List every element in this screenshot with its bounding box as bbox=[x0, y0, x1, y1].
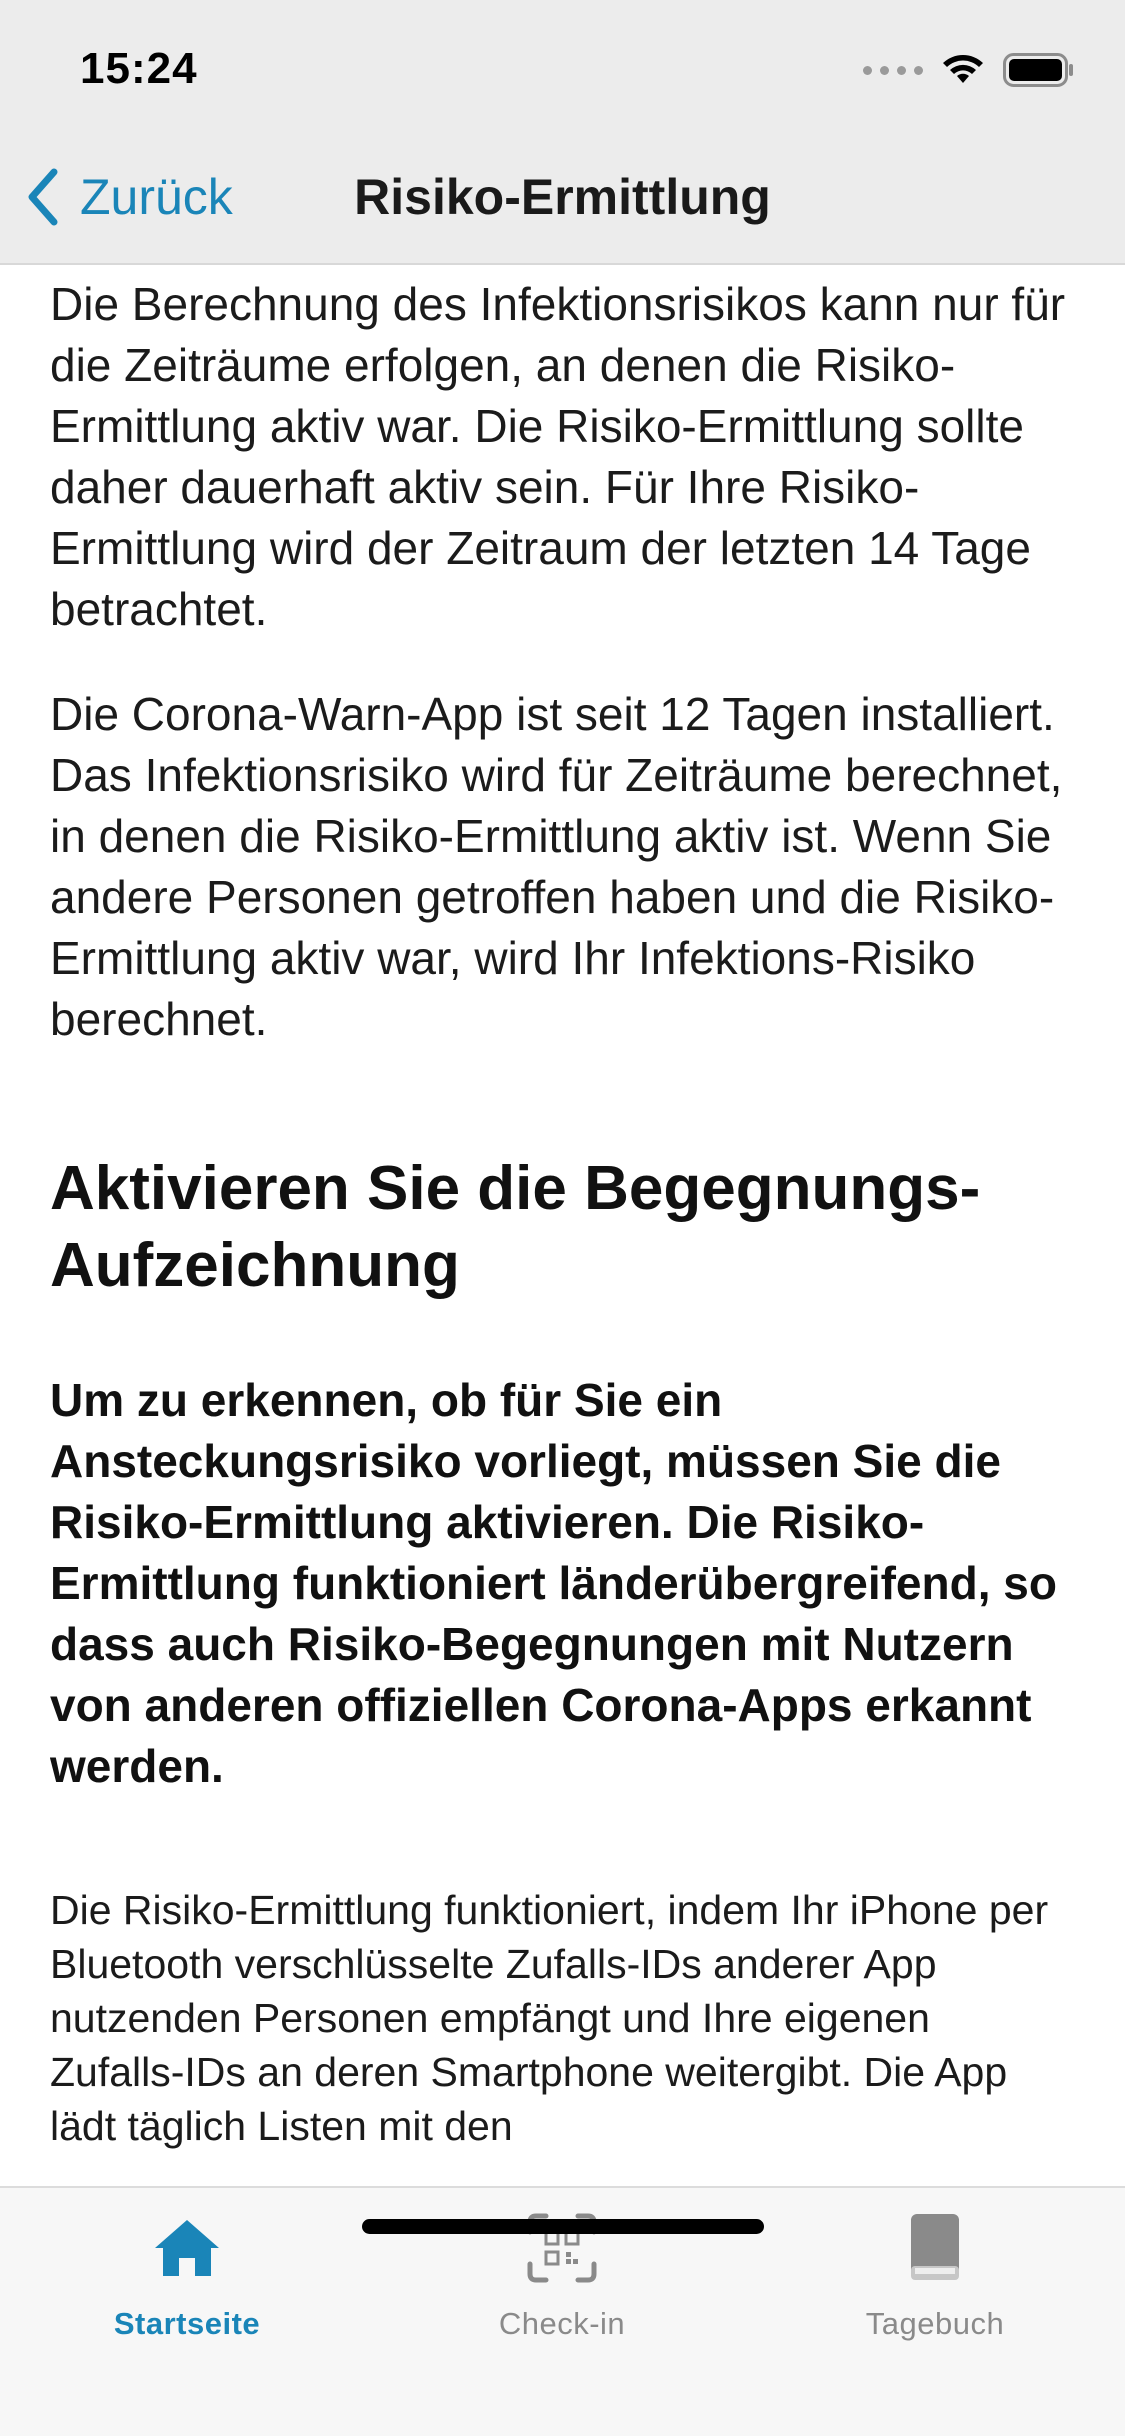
navigation-bar: Zurück Risiko-Ermittlung bbox=[0, 140, 1125, 265]
book-icon bbox=[911, 2214, 959, 2280]
home-indicator bbox=[362, 2219, 764, 2234]
intro-paragraph: Die Berechnung des Infektionsrisikos kan… bbox=[50, 278, 1066, 635]
screen: 15:24 Zurück Risiko-Ermittlung Die Berec… bbox=[0, 0, 1125, 2436]
tab-home[interactable]: Startseite bbox=[62, 2212, 312, 2362]
page-title: Risiko-Ermittlung bbox=[354, 169, 771, 225]
tab-diary-label: Tagebuch bbox=[865, 2306, 1005, 2341]
tab-diary[interactable]: Tagebuch bbox=[810, 2212, 1060, 2362]
section-heading: Aktivieren Sie die Begegnungs-Aufzeichnu… bbox=[50, 1154, 981, 1300]
scroll-content[interactable]: Die Berechnung des Infektionsrisikos kan… bbox=[50, 272, 1075, 2184]
bold-paragraph: Um zu erkennen, ob für Sie ein Ansteckun… bbox=[50, 1374, 1057, 1792]
signal-dots-icon bbox=[863, 65, 923, 75]
tab-checkin-label: Check-in bbox=[498, 2306, 626, 2341]
house-icon bbox=[155, 2220, 219, 2276]
status-icons bbox=[863, 50, 1075, 90]
tab-home-label: Startseite bbox=[113, 2306, 261, 2341]
tab-checkin[interactable]: Check-in bbox=[437, 2212, 687, 2362]
wifi-icon bbox=[943, 55, 983, 83]
status-bar: 15:24 bbox=[0, 0, 1125, 140]
install-paragraph: Die Corona-Warn-App ist seit 12 Tagen in… bbox=[50, 688, 1063, 1045]
detail-paragraph: Die Risiko-Ermittlung funktioniert, inde… bbox=[50, 1887, 1049, 2149]
top-bar: 15:24 Zurück Risiko-Ermittlung bbox=[0, 0, 1125, 265]
battery-icon bbox=[1003, 53, 1073, 87]
status-time: 15:24 bbox=[80, 44, 198, 93]
